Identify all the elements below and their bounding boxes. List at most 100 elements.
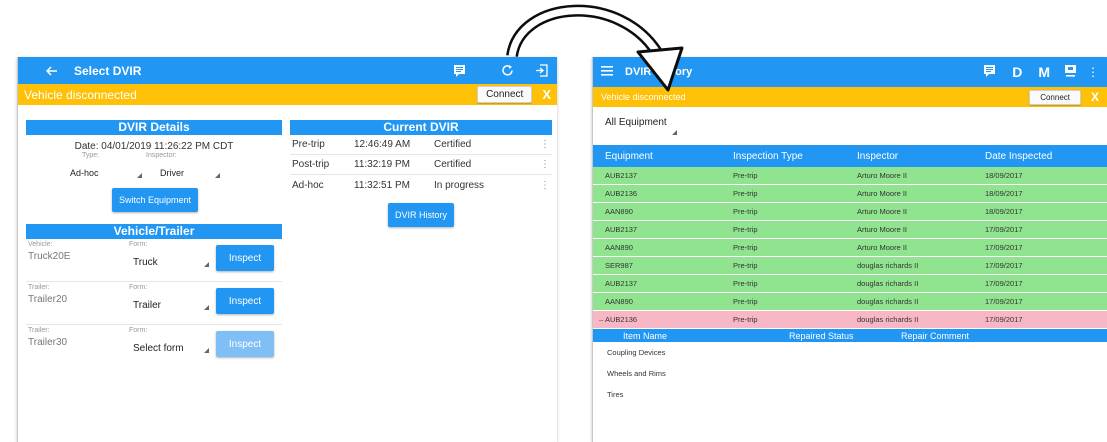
dvir-time: 12:46:49 AM xyxy=(354,139,411,150)
date-cell: 17/09/2017 xyxy=(985,315,1023,324)
trailer-value: Trailer30 xyxy=(28,337,68,348)
defect-item-list: Coupling Devices Wheels and Rims Tires xyxy=(593,342,1107,405)
more-vert-icon[interactable]: ⋮ xyxy=(540,159,552,170)
driver-status-m[interactable]: M xyxy=(1038,64,1050,80)
current-dvir-header: Current DVIR xyxy=(290,120,552,135)
column-header: Item Name xyxy=(623,330,668,341)
table-row[interactable]: SER987 Pre-trip douglas richards II 17/09/2… xyxy=(593,257,1107,275)
connection-status: Vehicle disconnected xyxy=(24,87,137,102)
inspection-type-cell: Pre-trip xyxy=(733,189,758,198)
type-value: Ad-hoc xyxy=(70,168,99,178)
table-row[interactable]: AUB2137 Pre-trip douglas richards II 17/09/… xyxy=(593,275,1107,293)
dvir-history-screen: DVIR History D M ⋮ Vehicle disconnected … xyxy=(592,57,1107,442)
table-row[interactable]: AUB2137 Pre-trip Arturo Moore II 17/09/2017 xyxy=(593,221,1107,239)
table-row[interactable]: – AUB2136 Pre-trip douglas richards II 17/09… xyxy=(593,311,1107,329)
dvir-status: Certified xyxy=(434,159,472,170)
column-header: Repaired Status xyxy=(789,330,854,341)
list-item[interactable]: Post-trip 11:32:19 PM Certified ⋮ xyxy=(290,155,552,175)
comment-icon[interactable] xyxy=(451,63,467,79)
date-cell: 17/09/2017 xyxy=(985,279,1023,288)
transition-arrow-icon xyxy=(506,4,684,92)
table-row[interactable]: AAN890 Pre-trip Arturo Moore II 18/09/2017 xyxy=(593,203,1107,221)
person-icon[interactable] xyxy=(1064,64,1077,80)
column-header: Inspector xyxy=(857,150,899,162)
list-item[interactable]: Pre-trip 12:46:49 AM Certified ⋮ xyxy=(290,135,552,155)
inspection-type-cell: Pre-trip xyxy=(733,207,758,216)
close-banner-button[interactable]: X xyxy=(1091,90,1099,104)
more-vert-icon[interactable]: ⋮ xyxy=(540,180,552,191)
dvir-status: Certified xyxy=(434,139,472,150)
connect-button[interactable]: Connect xyxy=(1029,89,1081,105)
inspect-vehicle-button[interactable]: Inspect xyxy=(216,245,274,271)
date-cell: 17/09/2017 xyxy=(985,297,1023,306)
dvir-type: Ad-hoc xyxy=(292,179,324,191)
vehicle-form-dropdown[interactable]: Truck xyxy=(129,249,209,269)
switch-equipment-button[interactable]: Switch Equipment xyxy=(112,188,198,212)
column-header: Date Inspected xyxy=(985,150,1053,162)
equipment-filter-dropdown[interactable]: All Equipment xyxy=(605,117,677,137)
driver-status-d[interactable]: D xyxy=(1012,64,1022,80)
table-row[interactable]: AAN890 Pre-trip douglas richards II 17/09/2… xyxy=(593,293,1107,311)
trailer-form-dropdown[interactable]: Trailer xyxy=(129,292,209,312)
date-cell: 18/09/2017 xyxy=(985,189,1023,198)
inspection-type-cell: Pre-trip xyxy=(733,261,758,270)
page-title: Select DVIR xyxy=(74,63,142,78)
dvir-type: Pre-trip xyxy=(292,139,325,150)
inspector-value: Driver xyxy=(160,168,184,178)
date-cell: 17/09/2017 xyxy=(985,243,1023,252)
select-dvir-screen: Select DVIR Vehicle disconnected Connect… xyxy=(17,57,557,442)
inspector-dropdown[interactable]: Driver xyxy=(150,160,220,180)
form-value: Trailer xyxy=(133,300,161,311)
inspection-type-cell: Pre-trip xyxy=(733,315,758,324)
type-label: Type: xyxy=(82,152,100,159)
inspector-cell: Arturo Moore II xyxy=(857,225,908,234)
equipment-cell: AUB2137 xyxy=(605,279,638,288)
form-label: Form: xyxy=(129,327,148,334)
history-table-body: AUB2137 Pre-trip Arturo Moore II 18/09/2017… xyxy=(593,167,1107,329)
trailer-label: Trailer: xyxy=(28,327,50,334)
type-dropdown[interactable]: Ad-hoc xyxy=(70,160,142,180)
vehicle-label: Vehicle: xyxy=(28,241,53,248)
inspector-cell: douglas richards II xyxy=(857,315,919,324)
back-arrow-icon[interactable] xyxy=(44,63,60,79)
trailer-label: Trailer: xyxy=(28,284,50,291)
trailer-value: Trailer20 xyxy=(28,294,68,305)
list-item[interactable]: Ad-hoc 11:32:51 PM In progress ⋮ xyxy=(290,175,552,195)
dvir-history-button[interactable]: DVIR History xyxy=(388,203,454,227)
more-vert-icon[interactable]: ⋮ xyxy=(540,139,552,150)
inspection-type-cell: Pre-trip xyxy=(733,279,758,288)
defect-item: Wheels and Rims xyxy=(607,369,666,378)
date-cell: 17/09/2017 xyxy=(985,261,1023,270)
trailer-form-dropdown[interactable]: Select form xyxy=(129,335,209,355)
table-header: Equipment Inspection Type Inspector Date… xyxy=(593,145,1107,167)
inspector-cell: Arturo Moore II xyxy=(857,189,908,198)
table-row[interactable]: AAN890 Pre-trip Arturo Moore II 17/09/2017 xyxy=(593,239,1107,257)
dvir-time: 11:32:51 PM xyxy=(354,179,410,191)
inspect-trailer-button[interactable]: Inspect xyxy=(216,288,274,314)
inspector-cell: Arturo Moore II xyxy=(857,243,908,252)
table-row[interactable]: AUB2137 Pre-trip Arturo Moore II 18/09/2017 xyxy=(593,167,1107,185)
date-cell: 18/09/2017 xyxy=(985,171,1023,180)
inspector-cell: douglas richards II xyxy=(857,261,919,270)
vehicle-row: Vehicle: Truck20E Form: Truck Inspect xyxy=(26,239,282,282)
inspector-cell: Arturo Moore II xyxy=(857,207,908,216)
table-row[interactable]: AUB2136 Pre-trip Arturo Moore II 18/09/2017 xyxy=(593,185,1107,203)
defect-subtable-header: Item Name Repaired Status Repair Comment xyxy=(593,329,1107,342)
inspector-cell: Arturo Moore II xyxy=(857,171,908,180)
dvir-type: Post-trip xyxy=(292,159,330,170)
equipment-cell: SER987 xyxy=(605,261,633,270)
defect-item: Tires xyxy=(607,390,624,399)
equipment-cell: AUB2137 xyxy=(605,225,638,234)
column-header: Inspection Type xyxy=(733,150,803,162)
equipment-cell: AUB2136 xyxy=(605,189,638,198)
dvir-date: Date: 04/01/2019 11:26:22 PM CDT xyxy=(74,141,234,152)
more-icon[interactable]: ⋮ xyxy=(1087,65,1099,79)
inspection-type-cell: Pre-trip xyxy=(733,243,758,252)
inspect-trailer-button[interactable]: Inspect xyxy=(216,331,274,357)
inspection-type-cell: Pre-trip xyxy=(733,297,758,306)
vehicle-value: Truck20E xyxy=(28,251,71,262)
column-header: Repair Comment xyxy=(901,330,970,341)
comment-icon[interactable] xyxy=(983,64,996,80)
form-label: Form: xyxy=(129,241,148,248)
dvir-status: In progress xyxy=(434,179,485,191)
